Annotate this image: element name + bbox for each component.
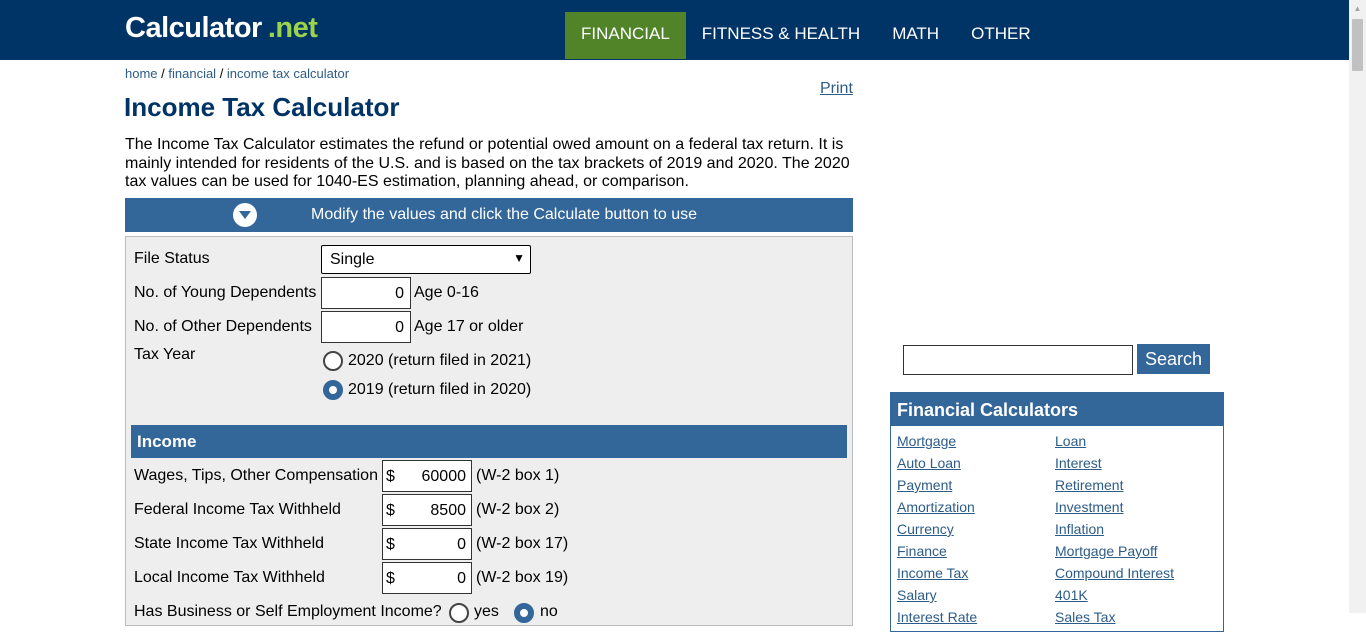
breadcrumb-sep: / bbox=[216, 66, 227, 81]
modify-values-bar[interactable]: Modify the values and click the Calculat… bbox=[125, 198, 853, 232]
link-mortgage[interactable]: Mortgage bbox=[897, 433, 956, 449]
link-currency[interactable]: Currency bbox=[897, 521, 954, 537]
link-retirement[interactable]: Retirement bbox=[1055, 477, 1123, 493]
scroll-up-arrow-icon[interactable]: ▲ bbox=[1349, 0, 1366, 17]
top-header: Calculator .net FINANCIAL FITNESS & HEALT… bbox=[0, 0, 1349, 60]
wages-label: Wages, Tips, Other Compensation bbox=[134, 467, 378, 484]
state-withheld-input[interactable]: $ 0 bbox=[382, 528, 472, 560]
print-link[interactable]: Print bbox=[820, 80, 853, 98]
file-status-select[interactable]: Single ▼ bbox=[321, 245, 531, 274]
young-dependents-input[interactable]: 0 bbox=[321, 277, 411, 309]
link-mortgage-payoff[interactable]: Mortgage Payoff bbox=[1055, 543, 1157, 559]
link-payment[interactable]: Payment bbox=[897, 477, 952, 493]
federal-withheld-input[interactable]: $ 8500 bbox=[382, 494, 472, 526]
nav-math[interactable]: MATH bbox=[876, 12, 955, 59]
local-withheld-input[interactable]: $ 0 bbox=[382, 562, 472, 594]
link-auto-loan[interactable]: Auto Loan bbox=[897, 455, 961, 471]
link-compound-interest[interactable]: Compound Interest bbox=[1055, 565, 1174, 581]
breadcrumb-financial[interactable]: financial bbox=[168, 66, 216, 81]
tax-year-2019-label[interactable]: 2019 (return filed in 2020) bbox=[348, 381, 531, 399]
state-withheld-value: 0 bbox=[457, 536, 466, 553]
income-section-heading: Income bbox=[131, 425, 847, 458]
link-finance[interactable]: Finance bbox=[897, 543, 947, 559]
link-investment[interactable]: Investment bbox=[1055, 499, 1123, 515]
file-status-value: Single bbox=[330, 251, 375, 268]
wages-value: 60000 bbox=[421, 468, 467, 485]
federal-withheld-label: Federal Income Tax Withheld bbox=[134, 501, 341, 518]
tax-year-2020-radio[interactable] bbox=[323, 351, 343, 371]
breadcrumb-current[interactable]: income tax calculator bbox=[227, 66, 349, 81]
financial-calculators-box: Financial Calculators Mortgage Auto Loan… bbox=[890, 392, 1224, 632]
state-withheld-label: State Income Tax Withheld bbox=[134, 535, 325, 552]
page-title: Income Tax Calculator bbox=[124, 92, 400, 122]
vertical-scrollbar[interactable]: ▲ bbox=[1349, 0, 1366, 613]
breadcrumb: home / financial / income tax calculator bbox=[125, 66, 349, 81]
logo-main: Calculator bbox=[125, 12, 262, 44]
file-status-label: File Status bbox=[134, 250, 210, 267]
logo-ext: .net bbox=[267, 12, 318, 44]
main-nav: FINANCIAL FITNESS & HEALTH MATH OTHER bbox=[565, 12, 1047, 59]
link-loan[interactable]: Loan bbox=[1055, 433, 1086, 449]
currency-symbol: $ bbox=[386, 468, 395, 485]
currency-symbol: $ bbox=[386, 502, 395, 519]
business-no-radio[interactable] bbox=[514, 603, 534, 623]
business-yes-label[interactable]: yes bbox=[474, 603, 499, 621]
currency-symbol: $ bbox=[386, 536, 395, 553]
financial-calculators-heading: Financial Calculators bbox=[891, 393, 1223, 426]
scroll-thumb[interactable] bbox=[1352, 19, 1363, 71]
breadcrumb-home[interactable]: home bbox=[125, 66, 158, 81]
wages-input[interactable]: $ 60000 bbox=[382, 460, 472, 492]
state-withheld-note: (W-2 box 17) bbox=[476, 535, 569, 552]
federal-withheld-value: 8500 bbox=[430, 502, 466, 519]
local-withheld-value: 0 bbox=[457, 570, 466, 587]
nav-fitness-health[interactable]: FITNESS & HEALTH bbox=[686, 12, 876, 59]
federal-withheld-note: (W-2 box 2) bbox=[476, 501, 560, 518]
tax-year-label: Tax Year bbox=[134, 346, 196, 363]
tax-year-2019-radio[interactable] bbox=[323, 380, 343, 400]
business-no-label[interactable]: no bbox=[540, 603, 558, 621]
chevron-down-icon: ▼ bbox=[513, 251, 525, 265]
link-salary[interactable]: Salary bbox=[897, 587, 937, 603]
business-income-label: Has Business or Self Employment Income? bbox=[134, 603, 442, 620]
other-dependents-label: No. of Other Dependents bbox=[134, 318, 312, 335]
business-yes-radio[interactable] bbox=[449, 603, 469, 623]
intro-text: The Income Tax Calculator estimates the … bbox=[125, 136, 850, 190]
local-withheld-note: (W-2 box 19) bbox=[476, 569, 569, 586]
tax-year-2020-label[interactable]: 2020 (return filed in 2021) bbox=[348, 352, 531, 370]
link-amortization[interactable]: Amortization bbox=[897, 499, 975, 515]
other-dependents-note: Age 17 or older bbox=[414, 318, 524, 335]
link-sales-tax[interactable]: Sales Tax bbox=[1055, 609, 1115, 625]
currency-symbol: $ bbox=[386, 570, 395, 587]
link-interest-rate[interactable]: Interest Rate bbox=[897, 609, 977, 625]
nav-financial[interactable]: FINANCIAL bbox=[565, 12, 686, 59]
site-logo[interactable]: Calculator .net bbox=[125, 12, 318, 45]
link-401k[interactable]: 401K bbox=[1055, 587, 1088, 603]
link-inflation[interactable]: Inflation bbox=[1055, 521, 1104, 537]
other-dependents-input[interactable]: 0 bbox=[321, 311, 411, 343]
breadcrumb-sep: / bbox=[157, 66, 169, 81]
young-dependents-note: Age 0-16 bbox=[414, 284, 479, 301]
link-interest[interactable]: Interest bbox=[1055, 455, 1102, 471]
nav-other[interactable]: OTHER bbox=[955, 12, 1047, 59]
chevron-down-circle-icon[interactable] bbox=[233, 203, 257, 227]
young-dependents-label: No. of Young Dependents bbox=[134, 284, 317, 301]
link-income-tax[interactable]: Income Tax bbox=[897, 565, 968, 581]
wages-note: (W-2 box 1) bbox=[476, 467, 560, 484]
search-button[interactable]: Search bbox=[1137, 344, 1210, 374]
local-withheld-label: Local Income Tax Withheld bbox=[134, 569, 325, 586]
modify-bar-text: Modify the values and click the Calculat… bbox=[311, 206, 697, 223]
search-input[interactable] bbox=[903, 345, 1133, 375]
